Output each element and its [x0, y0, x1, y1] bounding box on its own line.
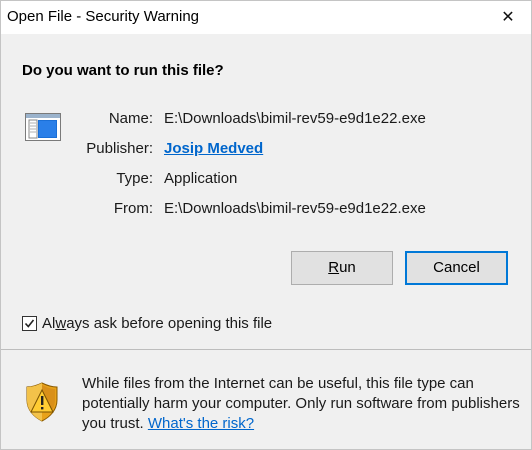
type-value: Application — [164, 170, 238, 187]
dialog-heading: Do you want to run this file? — [22, 62, 224, 79]
close-icon[interactable]: ✕ — [485, 1, 531, 34]
type-label: Type: — [116, 170, 153, 187]
checkmark-icon — [24, 319, 35, 328]
from-value: E:\Downloads\bimil-rev59-e9d1e22.exe — [164, 200, 426, 217]
name-value: E:\Downloads\bimil-rev59-e9d1e22.exe — [164, 110, 426, 127]
publisher-link[interactable]: Josip Medved — [164, 140, 263, 157]
from-label: From: — [113, 200, 153, 217]
security-warning-dialog: Open File - Security Warning ✕ Do you wa… — [0, 0, 532, 450]
window-title: Open File - Security Warning — [7, 8, 200, 25]
publisher-field: Josip Medved — [164, 140, 263, 157]
always-ask-checkbox[interactable] — [22, 316, 37, 331]
always-ask-label-pre: Al — [42, 315, 56, 332]
name-label: Name: — [108, 110, 153, 127]
warning-message: While files from the Internet can be use… — [82, 374, 522, 434]
divider — [1, 349, 531, 350]
always-ask-label-post: ays ask before opening this file — [66, 315, 273, 332]
whats-the-risk-link[interactable]: What's the risk? — [148, 415, 254, 432]
cancel-button[interactable]: Cancel — [405, 251, 508, 285]
run-button[interactable]: Run — [291, 251, 393, 285]
title-bar: Open File - Security Warning ✕ — [1, 1, 531, 34]
publisher-label: Publisher: — [86, 140, 153, 157]
always-ask-accelerator: w — [55, 315, 67, 332]
always-ask-label[interactable]: Always ask before opening this file — [42, 315, 272, 332]
run-accelerator: R — [328, 259, 340, 276]
security-shield-warning-icon — [26, 382, 58, 422]
run-label: un — [339, 259, 356, 276]
